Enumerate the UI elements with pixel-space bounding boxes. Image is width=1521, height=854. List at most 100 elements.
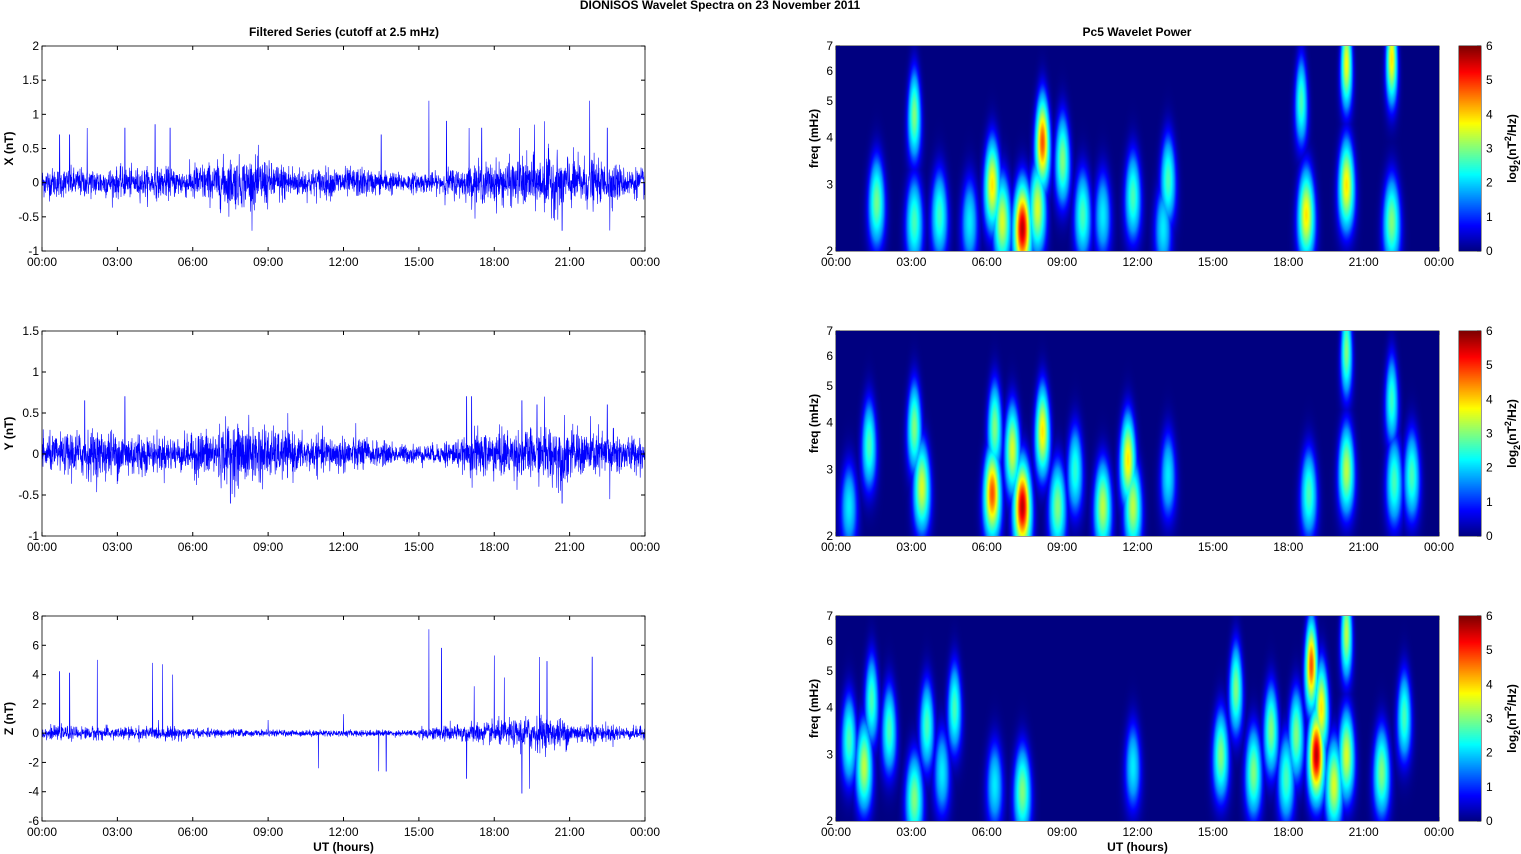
spectrum-z-xtick-label: 12:00	[1122, 825, 1152, 839]
series-x-ytick-label: 0.5	[22, 142, 39, 156]
series-z-xtick-label: 06:00	[178, 825, 208, 839]
series-y-axes-box	[41, 330, 646, 537]
spectrum-z-xtick-label: 03:00	[896, 825, 926, 839]
series-y-panel: 1.510.50-0.5-1Y (nT)	[2, 324, 646, 543]
spectrum-y-xtick-label: 18:00	[1273, 540, 1303, 554]
spectrum-y-colorbar-tick-label: 3	[1486, 427, 1493, 441]
series-y-ylabel: Y (nT)	[2, 417, 16, 451]
spectrum-x-xtick-label: 18:00	[1273, 255, 1303, 269]
series-z-ytick-label: 4	[32, 668, 39, 682]
spectrum-y-colorbar-tick-label: 4	[1486, 392, 1493, 406]
spectrum-x-xtick-label: 21:00	[1349, 255, 1379, 269]
spectrum-z-colorbar-label: log2(nT2/Hz)	[1503, 684, 1521, 753]
spectrum-y-colorbar-label: log2(nT2/Hz)	[1503, 399, 1521, 468]
colorbar-z	[1459, 616, 1481, 821]
series-y-xtick-label: 06:00	[178, 540, 208, 554]
spectrum-z-colorbar-tick-label: 5	[1486, 643, 1493, 657]
spectrum-z-xtick-label: 00:00	[1424, 825, 1454, 839]
spectrum-z-xtick-label: 06:00	[972, 825, 1002, 839]
spectrum-y-colorbar-tick-label: 6	[1486, 324, 1493, 338]
series-y-xtick-label: 03:00	[102, 540, 132, 554]
colorbar-y	[1459, 331, 1481, 536]
spectrum-x-ytick-label: 5	[826, 94, 833, 108]
series-z-xtick-label: 18:00	[479, 825, 509, 839]
series-y-ytick-label: 0.5	[22, 406, 39, 420]
spectrum-x-xtick-label: 00:00	[821, 255, 851, 269]
series-z-line	[41, 629, 646, 794]
series-x-ytick-label: 2	[32, 39, 39, 53]
series-z-ytick-label: 6	[32, 638, 39, 652]
spectrum-x-ytick-label: 4	[826, 131, 833, 145]
spectrum-y-colorbar-tick-label: 1	[1486, 495, 1493, 509]
spectrum-x-xtick-label: 09:00	[1047, 255, 1077, 269]
left-xlabel: UT (hours)	[313, 840, 374, 854]
series-y-ytick-label: 0	[32, 447, 39, 461]
spectrum-y-xtick-label: 12:00	[1122, 540, 1152, 554]
series-y-ytick-label: 1	[32, 365, 39, 379]
spectrum-y-ytick-label: 7	[826, 324, 833, 338]
series-x-ytick-label: 1	[32, 107, 39, 121]
spectrum-z-ylabel: freq (mHz)	[807, 679, 821, 738]
spectrum-y-colorbar-tick-label: 0	[1486, 529, 1493, 543]
series-x-xtick-label: 15:00	[404, 255, 434, 269]
spectrum-z-ytick-label: 4	[826, 701, 833, 715]
series-z-xtick-label: 12:00	[328, 825, 358, 839]
series-z-xtick-label: 15:00	[404, 825, 434, 839]
spectrum-y-xtick-label: 00:00	[821, 540, 851, 554]
series-y-ytick-label: -0.5	[18, 488, 39, 502]
spectrum-x-colorbar-tick-label: 5	[1486, 73, 1493, 87]
wavelet-power-z	[836, 616, 1439, 821]
series-y-xtick-label: 21:00	[555, 540, 585, 554]
series-z-ylabel: Z (nT)	[2, 702, 16, 735]
spectrum-y-xtick-label: 00:00	[1424, 540, 1454, 554]
series-x-ytick-label: -0.5	[18, 210, 39, 224]
wavelet-power-y	[836, 331, 1439, 536]
spectrum-z-ytick-label: 5	[826, 664, 833, 678]
spectrum-z-xtick-label: 00:00	[821, 825, 851, 839]
spectrum-x-colorbar-tick-label: 1	[1486, 210, 1493, 224]
series-y-line	[41, 396, 646, 504]
series-x-xtick-label: 03:00	[102, 255, 132, 269]
spectrum-y-xtick-label: 21:00	[1349, 540, 1379, 554]
series-z-ytick-label: 8	[32, 609, 39, 623]
series-x-xtick-label: 21:00	[555, 255, 585, 269]
spectrum-z-ytick-label: 7	[826, 609, 833, 623]
spectrum-x-ytick-label: 7	[826, 39, 833, 53]
figure-title: DIONISOS Wavelet Spectra on 23 November …	[580, 0, 861, 12]
spectrum-z-xtick-label: 21:00	[1349, 825, 1379, 839]
series-z-ytick-label: 2	[32, 697, 39, 711]
spectrum-x-xtick-label: 06:00	[972, 255, 1002, 269]
spectrum-y-colorbar-tick-label: 2	[1486, 461, 1493, 475]
spectrum-y-ytick-label: 3	[826, 463, 833, 477]
spectrum-x-colorbar-tick-label: 0	[1486, 244, 1493, 258]
series-x-xtick-label: 18:00	[479, 255, 509, 269]
spectrum-x-xtick-label: 12:00	[1122, 255, 1152, 269]
spectrum-y-xtick-label: 06:00	[972, 540, 1002, 554]
series-x-xtick-label: 00:00	[630, 255, 660, 269]
spectrum-z-ytick-label: 3	[826, 748, 833, 762]
series-y-xtick-label: 12:00	[328, 540, 358, 554]
spectrum-x-ytick-label: 6	[826, 64, 833, 78]
colorbar-x	[1459, 46, 1481, 251]
spectrum-y-ylabel: freq (mHz)	[807, 394, 821, 453]
series-x-xtick-label: 09:00	[253, 255, 283, 269]
series-y-xtick-label: 00:00	[27, 540, 57, 554]
right-column-title: Pc5 Wavelet Power	[1083, 25, 1192, 39]
series-z-panel: 86420-2-4-6Z (nT)	[2, 609, 646, 828]
spectrum-z-colorbar-tick-label: 1	[1486, 780, 1493, 794]
series-x-line	[41, 100, 646, 231]
series-z-xtick-label: 09:00	[253, 825, 283, 839]
series-y-xtick-label: 15:00	[404, 540, 434, 554]
spectrum-y-xtick-label: 09:00	[1047, 540, 1077, 554]
spectrum-x-colorbar-tick-label: 3	[1486, 142, 1493, 156]
series-x-ytick-label: 0	[32, 176, 39, 190]
spectrum-x-xtick-label: 15:00	[1198, 255, 1228, 269]
spectrum-y-ytick-label: 4	[826, 416, 833, 430]
spectrum-z-ytick-label: 6	[826, 634, 833, 648]
series-x-xtick-label: 06:00	[178, 255, 208, 269]
spectrum-z-colorbar-tick-label: 3	[1486, 712, 1493, 726]
spectrum-x-colorbar-tick-label: 2	[1486, 176, 1493, 190]
spectrum-x-xtick-label: 00:00	[1424, 255, 1454, 269]
series-z-ytick-label: -4	[28, 785, 39, 799]
spectrum-y-xtick-label: 03:00	[896, 540, 926, 554]
